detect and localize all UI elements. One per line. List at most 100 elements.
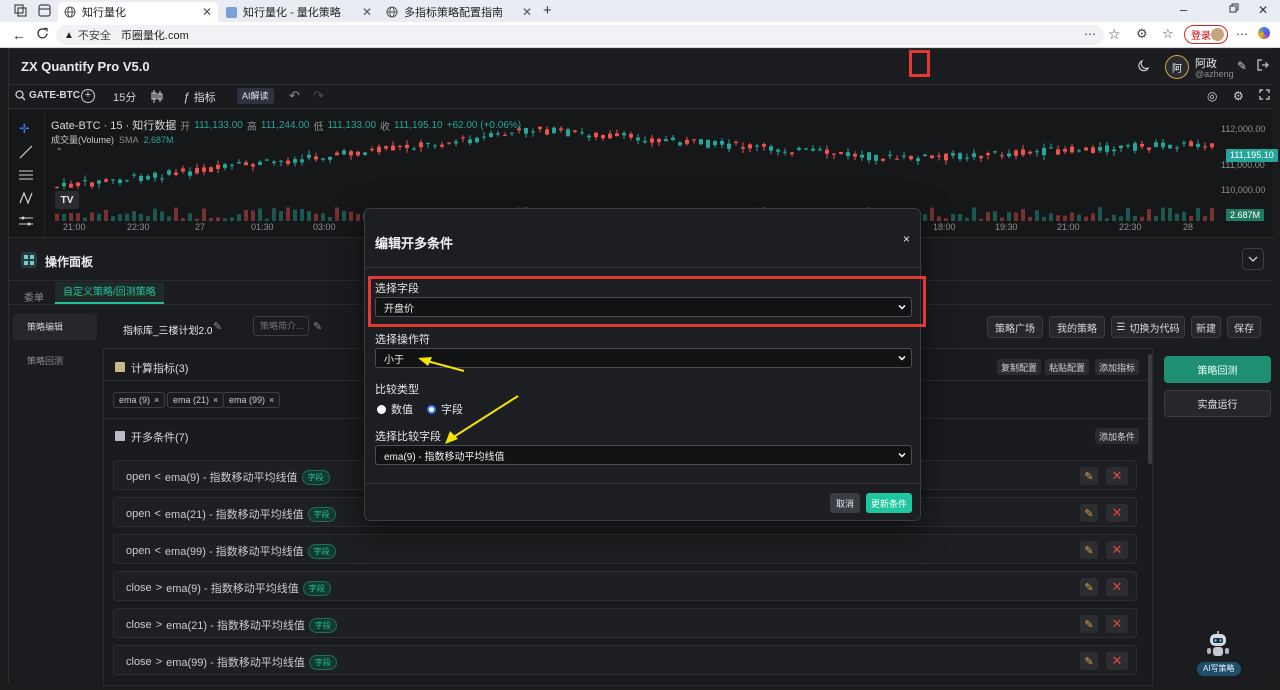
- candle-body: [860, 154, 864, 158]
- more-dots-icon[interactable]: ⋯: [1084, 27, 1096, 41]
- collapse-legend-icon[interactable]: ⌃: [55, 147, 63, 158]
- collapse-panel-button[interactable]: [1242, 248, 1264, 270]
- condition-row[interactable]: close > ema(21) - 指数移动平均线值 字段 ✎ ✕: [113, 608, 1137, 638]
- volume-bar: [146, 216, 150, 221]
- edit-condition-button[interactable]: ✎: [1080, 652, 1098, 670]
- interval-button[interactable]: 15分: [113, 89, 136, 105]
- indicator-chip[interactable]: ema (21) ×: [167, 392, 225, 408]
- back-icon[interactable]: ←: [12, 27, 26, 43]
- close-window-icon[interactable]: ✕: [1258, 3, 1268, 17]
- close-tab-icon[interactable]: ✕: [202, 5, 212, 19]
- close-modal-icon[interactable]: ×: [903, 232, 910, 246]
- candle-type-icon[interactable]: [151, 90, 163, 103]
- minimize-icon[interactable]: –: [1180, 2, 1187, 17]
- add-condition-button[interactable]: 添加条件: [1095, 428, 1139, 444]
- close-tab-icon[interactable]: ✕: [362, 5, 372, 19]
- logout-icon[interactable]: [1257, 59, 1269, 71]
- backtest-button[interactable]: 策略回测: [1164, 356, 1271, 383]
- delete-condition-button[interactable]: ✕: [1106, 578, 1128, 596]
- close-tab-icon[interactable]: ✕: [522, 5, 532, 19]
- url-field[interactable]: ▲ 不安全 币圈量化.com: [56, 25, 1104, 45]
- delete-condition-button[interactable]: ✕: [1106, 504, 1128, 522]
- my-strategies-button[interactable]: 我的策略: [1049, 316, 1105, 338]
- paste-config-button[interactable]: 粘贴配置: [1045, 359, 1089, 375]
- settings-gear-icon[interactable]: ⚙: [1233, 89, 1244, 103]
- edit-name-icon[interactable]: ✎: [213, 320, 222, 333]
- trendline-icon[interactable]: [19, 145, 33, 159]
- reload-icon[interactable]: [36, 27, 49, 40]
- user-avatar[interactable]: 阿: [1165, 55, 1189, 79]
- save-button[interactable]: 保存: [1227, 316, 1261, 338]
- compare-radio-field[interactable]: 字段: [427, 401, 463, 417]
- strategy-square-button[interactable]: 策略广场: [987, 316, 1043, 338]
- restore-icon[interactable]: [1229, 3, 1239, 13]
- operator-select[interactable]: 小于: [375, 348, 912, 368]
- remove-chip-icon[interactable]: ×: [269, 395, 274, 405]
- favorite-star-icon[interactable]: ☆: [1108, 26, 1121, 43]
- theme-moon-icon[interactable]: [1137, 59, 1151, 73]
- compare-field-select[interactable]: ema(9) - 指数移动平均线值: [375, 445, 912, 465]
- scrollbar-thumb[interactable]: [1148, 354, 1152, 464]
- login-button[interactable]: 登录: [1184, 25, 1228, 44]
- undo-icon[interactable]: ↶: [289, 88, 300, 104]
- chip-label: ema (9): [119, 395, 151, 405]
- ai-write-strategy-button[interactable]: AI写策略: [1197, 662, 1241, 676]
- tab-actions-icon[interactable]: [38, 4, 51, 17]
- fullscreen-icon[interactable]: [1259, 89, 1270, 100]
- candle-body: [888, 154, 892, 156]
- sidenav-strategy-edit[interactable]: 策略编辑: [13, 314, 97, 340]
- indicator-chip[interactable]: ema (9) ×: [113, 392, 166, 408]
- edit-profile-icon[interactable]: ✎: [1237, 59, 1247, 73]
- horizontal-lines-icon[interactable]: [19, 169, 33, 181]
- condition-row[interactable]: open < ema(99) - 指数移动平均线值 字段 ✎ ✕: [113, 534, 1137, 564]
- update-condition-button[interactable]: 更新条件: [866, 493, 912, 513]
- symbol-search[interactable]: GATE-BTC: [15, 90, 80, 101]
- favorites-icon[interactable]: ☆: [1162, 26, 1174, 42]
- browser-tab-1[interactable]: 知行量化 ✕: [58, 2, 218, 22]
- crosshair-icon[interactable]: ✛: [19, 121, 30, 137]
- browser-tab-3[interactable]: 多指标策略配置指南 ✕: [380, 2, 538, 22]
- indicators-button[interactable]: ƒ 指标: [183, 89, 216, 105]
- extensions-icon[interactable]: ⚙: [1136, 26, 1148, 42]
- copy-config-button[interactable]: 复制配置: [997, 359, 1041, 375]
- condition-row[interactable]: close > ema(9) - 指数移动平均线值 字段 ✎ ✕: [113, 571, 1137, 601]
- live-run-button[interactable]: 实盘运行: [1164, 390, 1271, 417]
- delete-condition-button[interactable]: ✕: [1106, 541, 1128, 559]
- condition-row[interactable]: close > ema(99) - 指数移动平均线值 字段 ✎ ✕: [113, 645, 1137, 675]
- volume-bar: [1028, 216, 1032, 221]
- edit-condition-button[interactable]: ✎: [1080, 615, 1098, 633]
- redo-icon[interactable]: ↷: [313, 88, 324, 104]
- cancel-button[interactable]: 取消: [830, 493, 860, 513]
- new-tab-icon[interactable]: +: [543, 2, 552, 19]
- edit-description-icon[interactable]: ✎: [313, 320, 322, 333]
- edit-condition-button[interactable]: ✎: [1080, 467, 1098, 485]
- measure-icon[interactable]: [19, 215, 33, 227]
- robot-icon[interactable]: [1205, 630, 1231, 658]
- indicator-chip[interactable]: ema (99) ×: [223, 392, 281, 408]
- strategy-description-field[interactable]: 策略简介...: [253, 316, 309, 336]
- tab-orders[interactable]: 委单: [24, 289, 44, 304]
- browser-menu-icon[interactable]: ⋯: [1236, 27, 1248, 41]
- add-indicator-button[interactable]: 添加指标: [1095, 359, 1139, 375]
- browser-tab-2[interactable]: 知行量化 - 量化策略 ✕: [220, 2, 378, 22]
- new-strategy-button[interactable]: 新建: [1191, 316, 1221, 338]
- sidenav-strategy-backtest[interactable]: 策略回测: [27, 354, 63, 367]
- snapshot-icon[interactable]: ◎: [1207, 89, 1217, 103]
- ai-interpret-button[interactable]: AI解读: [237, 88, 274, 104]
- switch-to-code-button[interactable]: ☰ 切换为代码: [1111, 316, 1185, 338]
- candle-body: [104, 179, 108, 182]
- copilot-icon[interactable]: [1258, 27, 1270, 39]
- pattern-icon[interactable]: [19, 191, 33, 205]
- tab-custom-strategy[interactable]: 自定义策略/回测策略: [55, 282, 164, 304]
- remove-chip-icon[interactable]: ×: [213, 395, 218, 405]
- edit-condition-button[interactable]: ✎: [1080, 541, 1098, 559]
- add-symbol-icon[interactable]: +: [81, 89, 95, 103]
- compare-radio-value[interactable]: 数值: [377, 401, 413, 417]
- delete-condition-button[interactable]: ✕: [1106, 615, 1128, 633]
- delete-condition-button[interactable]: ✕: [1106, 467, 1128, 485]
- delete-condition-button[interactable]: ✕: [1106, 652, 1128, 670]
- edit-condition-button[interactable]: ✎: [1080, 578, 1098, 596]
- workspaces-icon[interactable]: [14, 4, 27, 17]
- edit-condition-button[interactable]: ✎: [1080, 504, 1098, 522]
- remove-chip-icon[interactable]: ×: [154, 395, 159, 405]
